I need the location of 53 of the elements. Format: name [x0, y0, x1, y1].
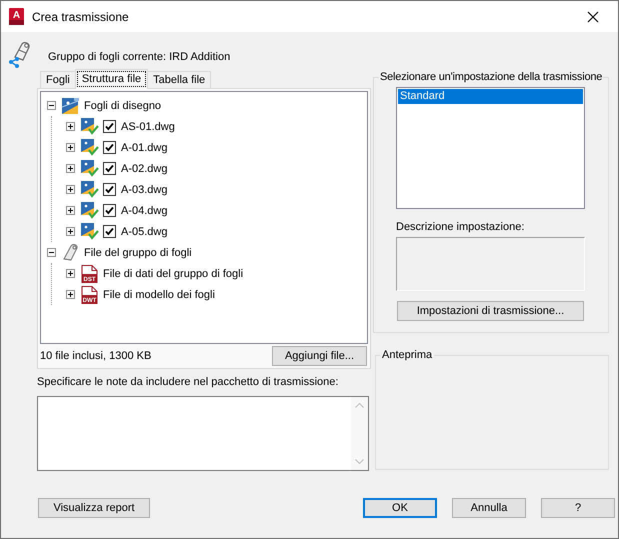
cancel-button[interactable]: Annulla	[452, 498, 526, 518]
checkbox[interactable]	[103, 141, 116, 154]
expand-icon[interactable]	[66, 290, 75, 299]
tree-item[interactable]: File di modello dei fogli	[103, 288, 215, 300]
notes-label: Specificare le note da includere nel pacchetto di trasmissione:	[37, 376, 340, 388]
drawing-file-icon	[81, 160, 99, 177]
collapse-icon[interactable]	[47, 248, 56, 257]
add-file-button[interactable]: Aggiungi file...	[272, 346, 367, 366]
tree-item[interactable]: Fogli di disegno	[84, 100, 162, 112]
expand-icon[interactable]	[66, 164, 75, 173]
drawing-file-icon	[81, 181, 99, 198]
tab[interactable]: Struttura file	[74, 69, 148, 89]
list-item[interactable]: Standard	[398, 89, 583, 104]
tree-item[interactable]: A-03.dwg	[121, 184, 168, 196]
file-summary: 10 file inclusi, 1300 KB	[40, 350, 152, 362]
close-icon[interactable]	[587, 10, 599, 22]
tree-item[interactable]: File del gruppo di fogli	[84, 246, 192, 258]
transmittal-setups-button[interactable]: Impostazioni di trasmissione...	[397, 301, 584, 321]
expand-icon[interactable]	[66, 143, 75, 152]
checkbox[interactable]	[103, 204, 116, 217]
tree-item[interactable]: A-04.dwg	[121, 204, 168, 216]
expand-icon[interactable]	[66, 227, 75, 236]
group-title: Selezionare un'impostazione della trasmissione	[379, 71, 604, 83]
tab[interactable]: Fogli	[40, 71, 76, 88]
tree-item[interactable]: A-01.dwg	[121, 142, 168, 154]
drawing-file-icon	[81, 118, 99, 135]
description-label: Descrizione impostazione:	[396, 221, 526, 233]
tree-item[interactable]: A-05.dwg	[121, 226, 168, 238]
tree-item[interactable]: A-02.dwg	[121, 162, 168, 174]
rolled-paper-icon	[62, 244, 80, 261]
collapse-icon[interactable]	[47, 101, 56, 110]
current-sheet-set-label: Gruppo di fogli corrente: IRD Addition	[48, 51, 230, 63]
checkbox[interactable]	[103, 162, 116, 175]
sheet-set-icon	[62, 98, 79, 114]
tree-item[interactable]: AS-01.dwg	[121, 120, 175, 132]
ok-button[interactable]: OK	[363, 498, 437, 518]
group-title: Anteprima	[381, 349, 434, 361]
help-button[interactable]: ?	[541, 498, 615, 518]
expand-icon[interactable]	[66, 206, 75, 215]
expand-icon[interactable]	[66, 122, 75, 131]
expand-icon[interactable]	[66, 269, 75, 278]
drawing-file-icon	[81, 223, 99, 240]
checkbox[interactable]	[103, 120, 116, 133]
tab[interactable]: Tabella file	[147, 71, 212, 88]
window-title: Crea trasmissione	[32, 10, 129, 24]
checkbox[interactable]	[103, 183, 116, 196]
drawing-file-icon	[81, 139, 99, 156]
report-button[interactable]: Visualizza report	[38, 498, 150, 518]
drawing-file-icon	[81, 202, 99, 219]
app-icon: A	[9, 8, 24, 25]
expand-icon[interactable]	[66, 185, 75, 194]
tree-item[interactable]: File di dati del gruppo di fogli	[103, 268, 244, 280]
checkbox[interactable]	[103, 225, 116, 238]
